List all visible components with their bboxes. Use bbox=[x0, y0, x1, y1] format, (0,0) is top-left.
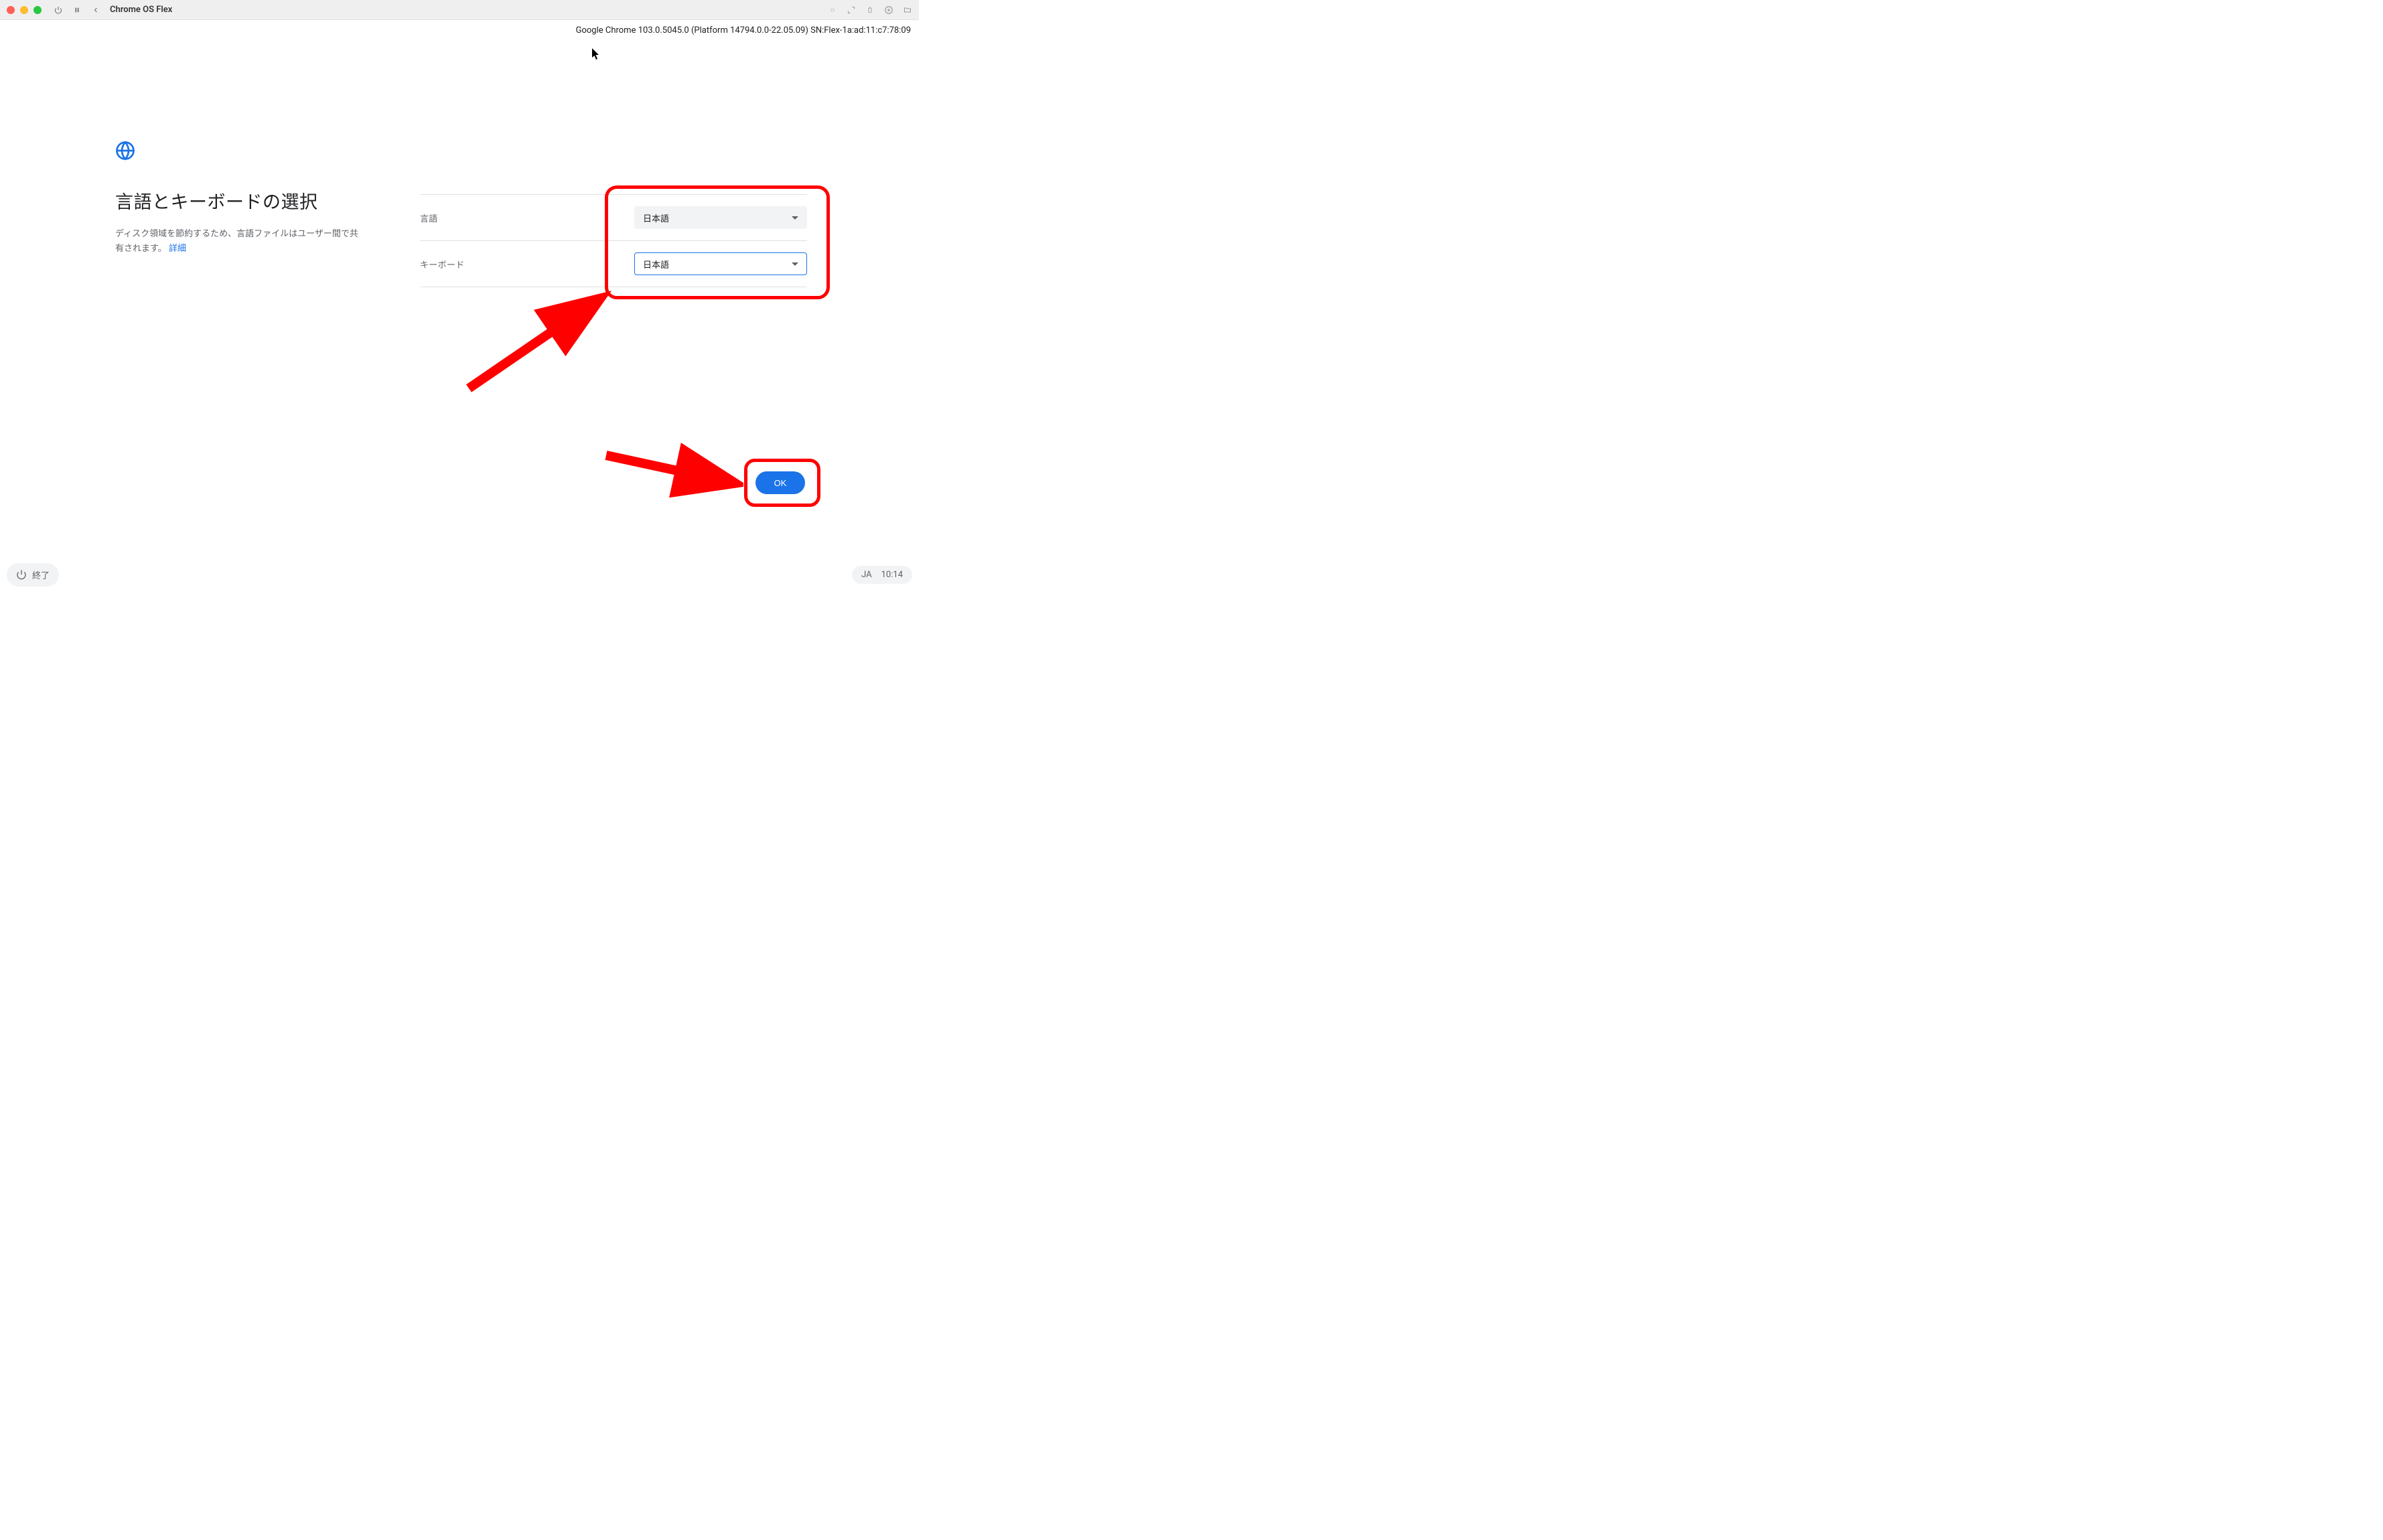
maximize-window-button[interactable] bbox=[33, 6, 42, 14]
ok-button[interactable]: OK bbox=[755, 471, 805, 494]
annotation-arrow bbox=[462, 288, 613, 395]
mouse-cursor-icon bbox=[592, 48, 601, 63]
chevron-down-icon bbox=[792, 216, 798, 220]
language-value: 日本語 bbox=[643, 212, 669, 224]
version-info: Google Chrome 103.0.5045.0 (Platform 147… bbox=[576, 25, 911, 35]
keyboard-value: 日本語 bbox=[643, 258, 669, 271]
clock: 10:14 bbox=[881, 570, 903, 580]
pause-icon[interactable] bbox=[72, 5, 82, 15]
globe-icon bbox=[115, 141, 804, 163]
keyboard-label: キーボード bbox=[420, 258, 465, 271]
window-title: Chrome OS Flex bbox=[110, 5, 172, 15]
shutdown-label: 終了 bbox=[32, 568, 50, 581]
language-dropdown[interactable]: 日本語 bbox=[634, 206, 807, 229]
learn-more-link[interactable]: 詳細 bbox=[169, 244, 186, 254]
folder-icon[interactable] bbox=[903, 5, 912, 15]
loading-icon[interactable] bbox=[828, 5, 837, 15]
ime-indicator: JA bbox=[861, 570, 872, 580]
power-icon[interactable] bbox=[54, 5, 63, 15]
battery-icon[interactable] bbox=[865, 5, 875, 15]
window-titlebar: Chrome OS Flex bbox=[0, 0, 919, 20]
close-window-button[interactable] bbox=[7, 6, 15, 14]
bottom-bar: 終了 JA 10:14 bbox=[0, 560, 919, 589]
shutdown-button[interactable]: 終了 bbox=[7, 563, 59, 587]
annotation-arrow bbox=[599, 442, 743, 502]
language-setting-row: 言語 日本語 bbox=[420, 194, 807, 240]
keyboard-dropdown[interactable]: 日本語 bbox=[634, 252, 807, 275]
chevron-down-icon bbox=[792, 262, 798, 266]
main-content: 言語とキーボードの選択 ディスク領域を節約するため、言語ファイルはユーザー間で共… bbox=[115, 141, 804, 256]
keyboard-setting-row: キーボード 日本語 bbox=[420, 240, 807, 287]
traffic-lights bbox=[7, 6, 42, 14]
minimize-window-button[interactable] bbox=[20, 6, 28, 14]
page-description: ディスク領域を節約するため、言語ファイルはユーザー間で共有されます。 詳細 bbox=[115, 227, 363, 256]
expand-icon[interactable] bbox=[847, 5, 856, 15]
power-icon bbox=[16, 569, 27, 580]
disc-icon[interactable] bbox=[884, 5, 893, 15]
status-tray[interactable]: JA 10:14 bbox=[852, 566, 912, 584]
description-text: ディスク領域を節約するため、言語ファイルはユーザー間で共有されます。 bbox=[115, 229, 358, 254]
settings-panel: 言語 日本語 キーボード 日本語 bbox=[420, 194, 807, 287]
language-label: 言語 bbox=[420, 212, 438, 224]
back-icon[interactable] bbox=[91, 5, 100, 15]
